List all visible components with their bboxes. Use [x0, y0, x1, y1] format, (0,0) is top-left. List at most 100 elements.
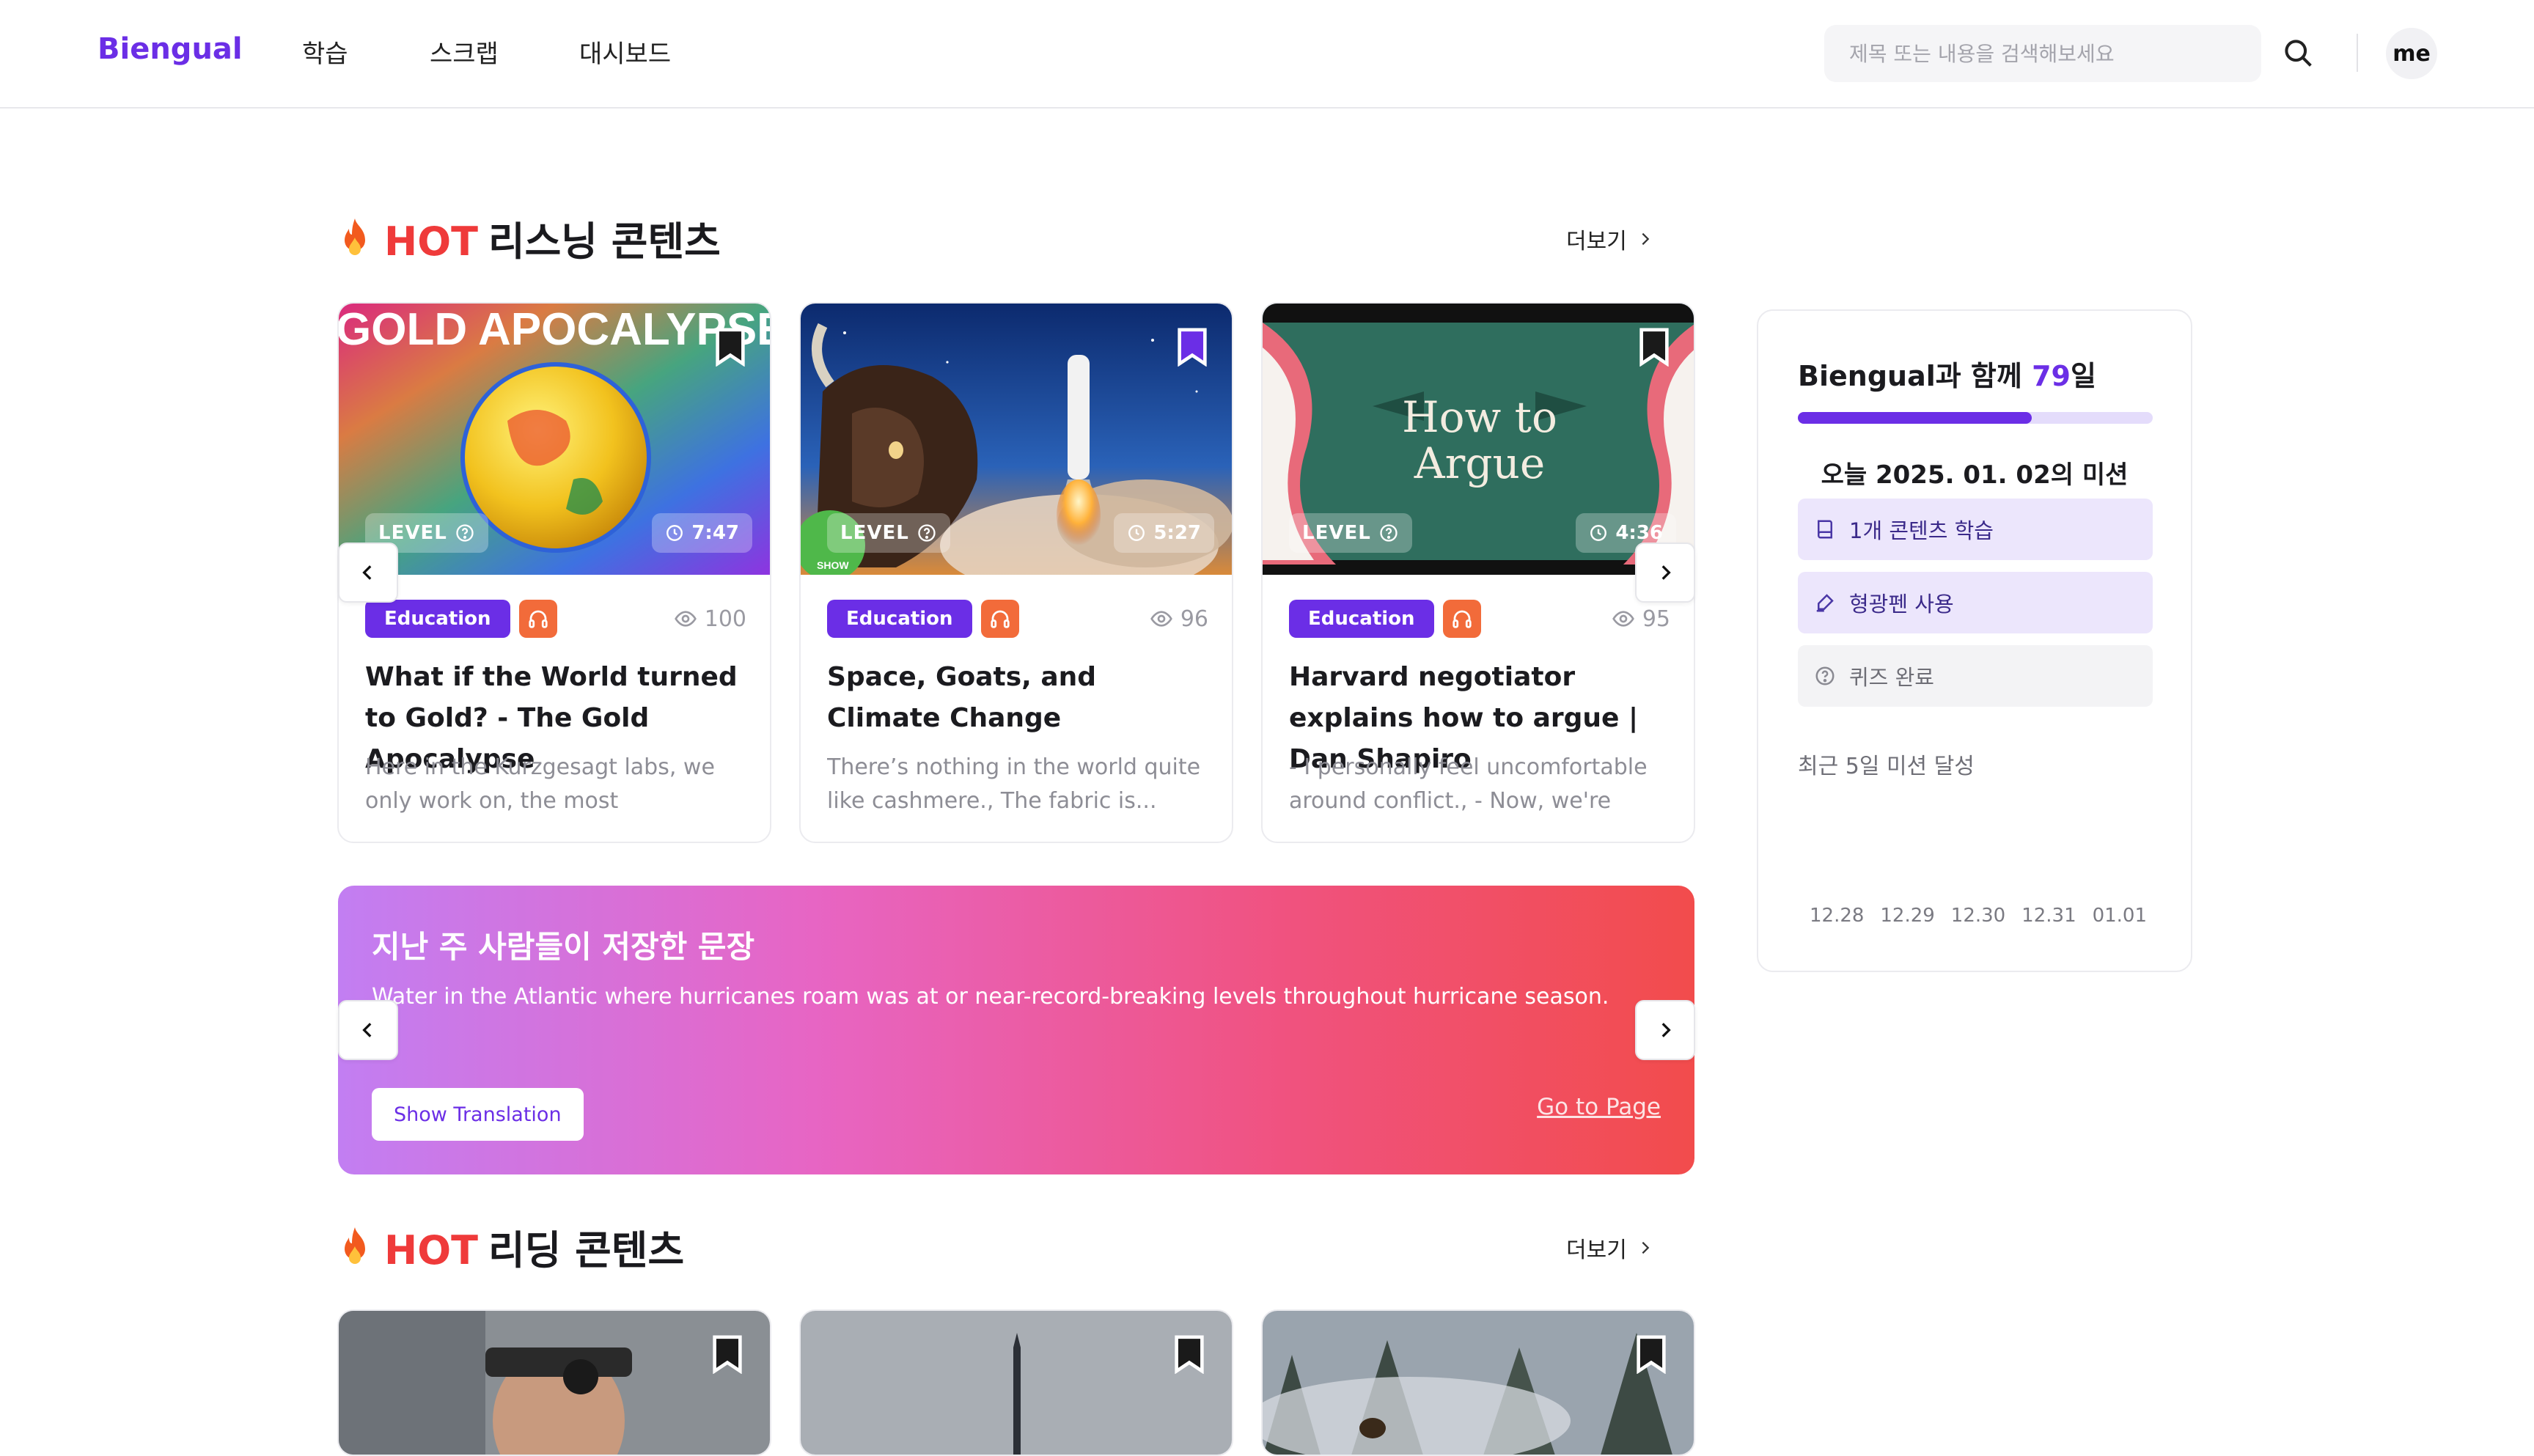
category-badge: Education: [365, 600, 510, 638]
thumb-text: SHOW: [817, 559, 849, 571]
thumb-text: GOLD APOCALYPSE: [339, 304, 771, 355]
carousel-prev-button[interactable]: [338, 543, 398, 603]
reading-card[interactable]: [1261, 1309, 1695, 1456]
category-badge: Education: [1289, 600, 1434, 638]
date-label: 12.28: [1810, 905, 1865, 927]
go-to-page-link[interactable]: Go to Page: [1537, 1094, 1661, 1120]
recent-missions-label: 최근 5일 미션 달성: [1798, 754, 1975, 779]
listening-more-link[interactable]: 더보기: [1566, 223, 1653, 255]
level-chip[interactable]: LEVEL: [827, 513, 950, 553]
chevron-right-icon: [1661, 1023, 1671, 1037]
nav-dashboard[interactable]: 대시보드: [579, 34, 671, 70]
search-input[interactable]: [1824, 25, 2261, 82]
mission-panel: Biengual과 함께 79일 오늘 2025. 01. 02의 미션 1개 …: [1757, 309, 2192, 972]
views-count: 100: [674, 606, 746, 632]
duration-text: 5:27: [1153, 522, 1201, 544]
date-label: 01.01: [2092, 905, 2147, 927]
bookmark-icon[interactable]: [711, 1334, 743, 1374]
banner-prev-button[interactable]: [338, 1000, 398, 1060]
days-count: 79: [2032, 360, 2071, 392]
nav-scrap[interactable]: 스크랩: [430, 34, 499, 70]
headphones-icon: [980, 600, 1019, 638]
avatar[interactable]: me: [2386, 28, 2437, 79]
card-thumbnail[interactable]: GOLD APOCALYPSE LEVEL 7:47: [339, 304, 771, 575]
level-label: LEVEL: [840, 522, 909, 544]
top-header: Biengual 학습 스크랩 대시보드 me: [0, 0, 2534, 109]
clock-icon: [666, 525, 683, 541]
help-icon: [456, 524, 474, 542]
highlighter-icon: [1816, 594, 1834, 612]
eye-icon: [674, 611, 697, 627]
hot-label: HOT: [384, 1227, 478, 1273]
listening-card[interactable]: SHOW LEVEL 5:27 Education 96 Space, Goat…: [799, 302, 1233, 843]
listening-card[interactable]: GOLD APOCALYPSE LEVEL 7:47 Education 100…: [337, 302, 771, 843]
logo[interactable]: Biengual: [98, 32, 243, 66]
eye-icon: [1150, 611, 1172, 627]
thumbnail-image: [1263, 1311, 1694, 1455]
thumb-text-line1: How to: [1402, 392, 1557, 442]
chevron-right-icon: [1642, 232, 1650, 246]
reading-card[interactable]: [337, 1309, 771, 1456]
clock-icon: [1128, 525, 1145, 541]
help-icon: [1380, 524, 1398, 542]
search-icon[interactable]: [2282, 37, 2314, 69]
listening-section-header: HOT 리스닝 콘텐츠: [337, 209, 721, 267]
mission-item[interactable]: 형광펜 사용: [1798, 572, 2153, 633]
card-thumbnail[interactable]: How to Argue LEVEL 4:36: [1263, 304, 1694, 575]
help-icon: [1815, 666, 1835, 685]
thumbnail-image: [801, 1311, 1232, 1455]
bookmark-icon[interactable]: [1176, 327, 1208, 367]
views-count: 95: [1612, 606, 1670, 632]
bookmark-icon[interactable]: [714, 327, 746, 367]
duration-chip: 5:27: [1114, 513, 1214, 553]
chevron-left-icon: [362, 1023, 372, 1037]
thumb-text-line2: Argue: [1414, 438, 1545, 488]
banner-next-button[interactable]: [1635, 1000, 1695, 1060]
reading-title: 리딩 콘텐츠: [488, 1227, 685, 1273]
fire-icon: [345, 218, 365, 255]
date-label: 12.31: [2021, 905, 2076, 927]
level-chip[interactable]: LEVEL: [1289, 513, 1412, 553]
card-description: There’s nothing in the world quite like …: [827, 754, 1201, 814]
mission-item[interactable]: 1개 콘텐츠 학습: [1798, 499, 2153, 560]
bookmark-icon[interactable]: [1635, 1334, 1667, 1374]
bookmark-icon[interactable]: [1638, 327, 1670, 367]
show-translation-button[interactable]: Show Translation: [372, 1088, 584, 1141]
headphones-icon: [518, 600, 557, 638]
bookmark-icon[interactable]: [1173, 1334, 1205, 1374]
hot-label: HOT: [384, 218, 478, 265]
panel-title: Biengual과 함께 79일: [1798, 353, 2096, 394]
carousel-next-button[interactable]: [1635, 543, 1695, 603]
card-thumbnail[interactable]: SHOW LEVEL 5:27: [801, 304, 1232, 575]
card-meta: Education 100: [365, 600, 746, 638]
card-meta: Education 95: [1289, 600, 1670, 638]
chevron-left-icon: [362, 565, 372, 580]
section-title: HOT 리딩 콘텐츠: [384, 1218, 684, 1276]
headphones-icon: [1442, 600, 1481, 638]
mission-title: 오늘 2025. 01. 02의 미션: [1821, 460, 2129, 490]
level-label: LEVEL: [378, 522, 447, 544]
mission-label: 퀴즈 완료: [1849, 665, 1934, 690]
listening-card[interactable]: How to Argue LEVEL 4:36 Education 95 Har…: [1261, 302, 1695, 843]
section-title: HOT 리스닝 콘텐츠: [384, 209, 721, 267]
duration-text: 7:47: [691, 522, 739, 544]
views-text: 95: [1642, 606, 1670, 632]
header-divider: [2357, 34, 2358, 72]
more-label: 더보기: [1566, 1238, 1627, 1263]
help-icon: [918, 524, 936, 542]
date-label: 12.30: [1950, 905, 2006, 927]
reading-card[interactable]: [799, 1309, 1233, 1456]
banner-title: 지난 주 사람들이 저장한 문장: [372, 929, 755, 965]
banner-sentence: Water in the Atlantic where hurricanes r…: [372, 984, 1609, 1010]
card-description: - I personally feel uncomfortable around…: [1289, 754, 1648, 814]
mission-item[interactable]: 퀴즈 완료: [1798, 645, 2153, 707]
clock-icon: [1590, 525, 1607, 541]
card-title[interactable]: Space, Goats, and Climate Change: [827, 657, 1216, 739]
panel-title-prefix: Biengual과 함께: [1798, 360, 2032, 392]
eye-icon: [1612, 611, 1634, 627]
book-icon: [1818, 520, 1832, 539]
nav-learn[interactable]: 학습: [302, 34, 348, 70]
card-description: Here in the Kurzgesagt labs, we only wor…: [365, 754, 715, 814]
reading-more-link[interactable]: 더보기: [1566, 1232, 1653, 1264]
views-count: 96: [1150, 606, 1208, 632]
